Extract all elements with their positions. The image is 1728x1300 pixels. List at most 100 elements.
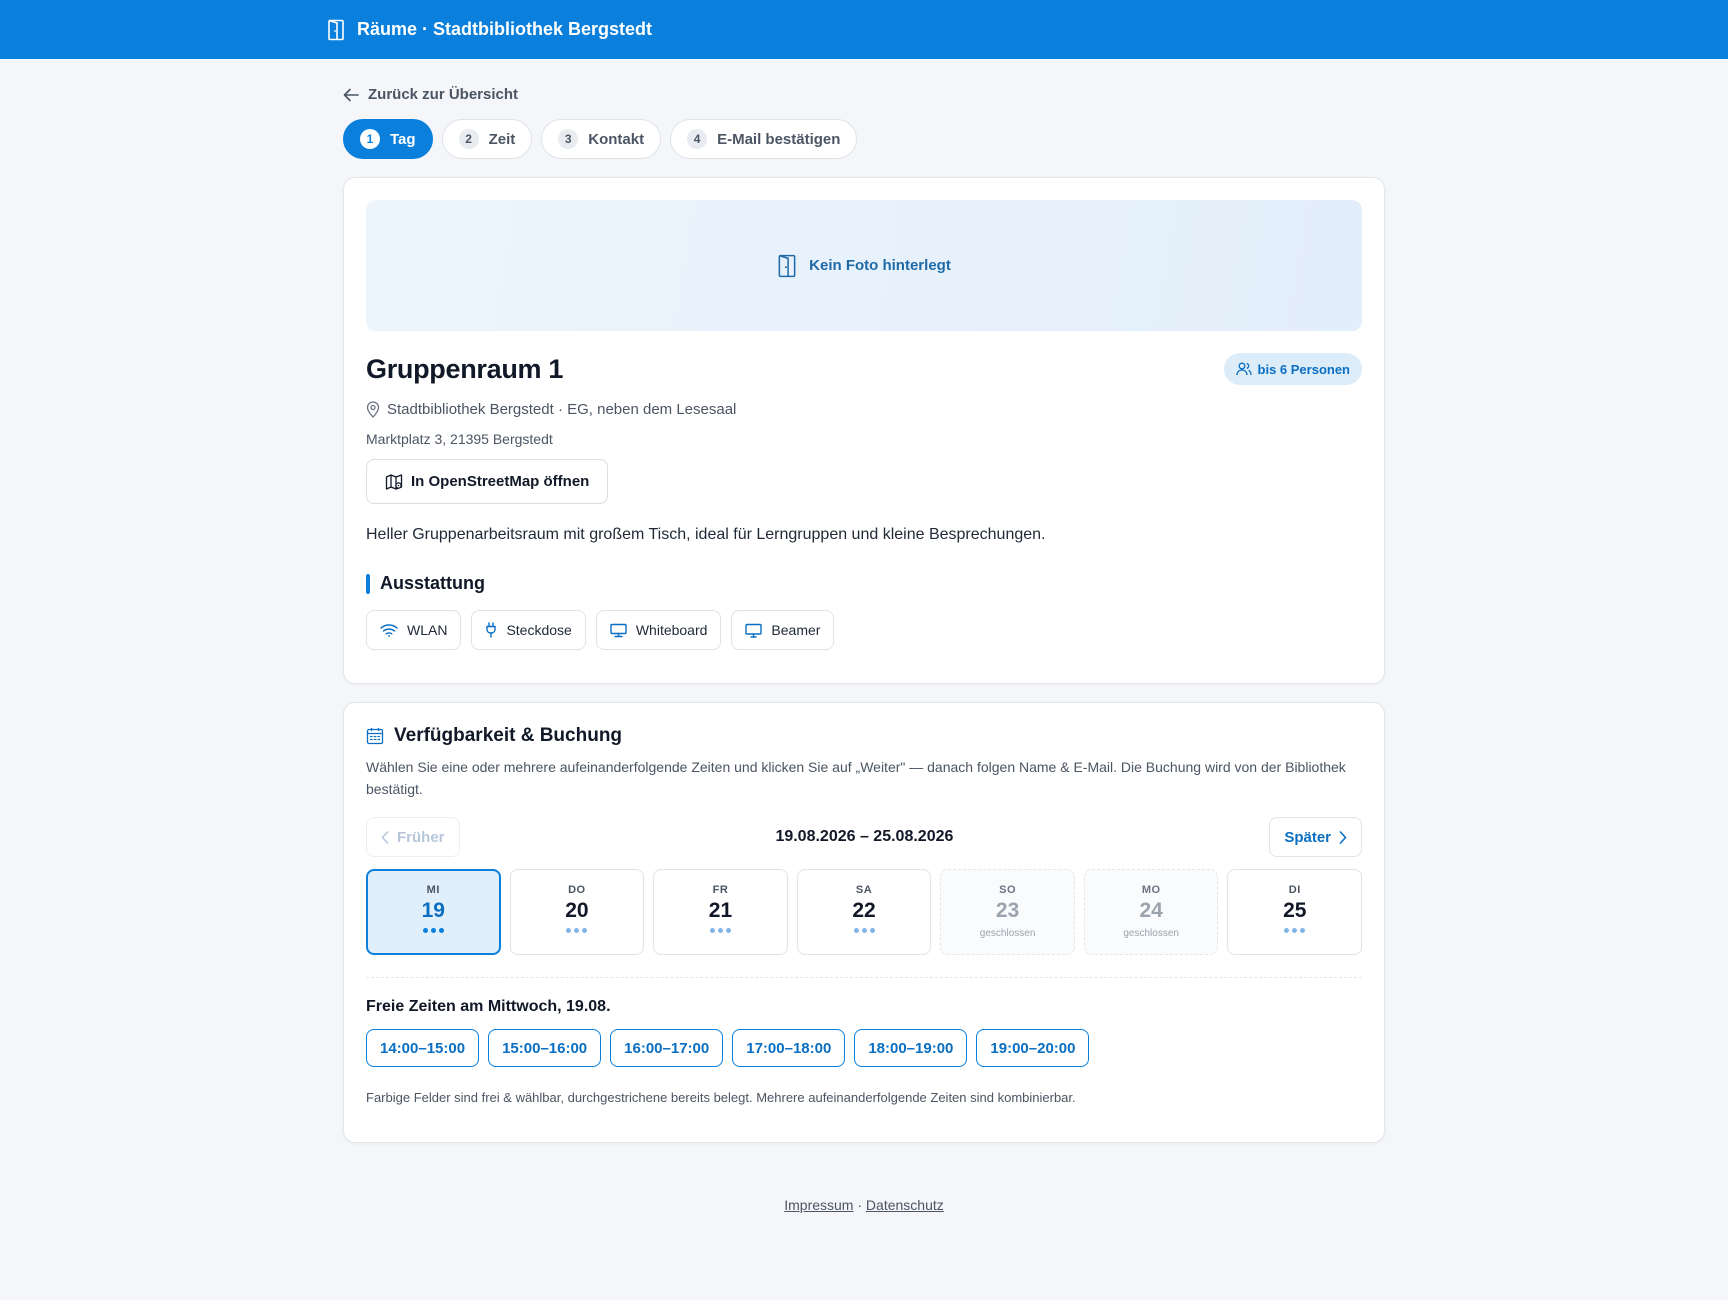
room-address: Marktplatz 3, 21395 Bergstedt xyxy=(366,431,553,447)
step-label: Tag xyxy=(390,130,416,148)
whiteboard-icon xyxy=(610,623,627,637)
time-slot-button[interactable]: 14:00–15:00 xyxy=(366,1029,480,1067)
app-title: Räume · Stadtbibliothek Bergstedt xyxy=(357,19,653,39)
day-picker: MI 19 DO 20 FR 21 SA 22 SO 23 geschlosse… xyxy=(366,869,1363,955)
door-icon xyxy=(778,254,796,277)
time-slot-button[interactable]: 16:00–17:00 xyxy=(610,1029,724,1067)
room-description: Heller Gruppenarbeitsraum mit großem Tis… xyxy=(366,526,1046,543)
room-title: Gruppenraum 1 xyxy=(366,353,564,384)
step-tag[interactable]: 1 Tag xyxy=(343,119,433,159)
room-header: Gruppenraum 1 bis 6 Personen xyxy=(366,353,1362,385)
chevron-left-icon xyxy=(381,830,389,844)
datenschutz-link[interactable]: Datenschutz xyxy=(866,1197,944,1213)
step-email-bestaetigen[interactable]: 4 E-Mail bestätigen xyxy=(670,119,858,159)
features-heading: Ausstattung xyxy=(366,573,1362,594)
room-location: Stadtbibliothek Bergstedt · EG, neben de… xyxy=(366,401,1362,418)
day-sa-22[interactable]: SA 22 xyxy=(796,869,932,955)
day-date: 25 xyxy=(1283,899,1307,922)
feature-steckdose: Steckdose xyxy=(471,610,586,650)
booking-heading-label: Verfügbarkeit & Buchung xyxy=(394,725,623,746)
next-week-button[interactable]: Später xyxy=(1269,817,1362,857)
day-weekday: FR xyxy=(712,884,729,896)
heading-accent-bar xyxy=(366,573,370,594)
time-slot-button[interactable]: 15:00–16:00 xyxy=(488,1029,602,1067)
step-label: Kontakt xyxy=(588,130,645,148)
day-fr-21[interactable]: FR 21 xyxy=(653,869,788,955)
availability-dots xyxy=(1284,928,1306,933)
room-card: Kein Foto hinterlegt Gruppenraum 1 bis 6… xyxy=(343,177,1385,684)
feature-label: Beamer xyxy=(771,622,821,638)
arrow-left-icon xyxy=(343,88,359,101)
day-weekday: DO xyxy=(568,884,586,896)
day-date: 23 xyxy=(995,899,1020,922)
footer: Impressum · Datenschutz xyxy=(343,1197,1385,1213)
photo-placeholder-label: Kein Foto hinterlegt xyxy=(809,257,951,274)
day-weekday: DI xyxy=(1288,884,1301,896)
step-kontakt[interactable]: 3 Kontakt xyxy=(541,119,662,159)
openstreetmap-button[interactable]: In OpenStreetMap öffnen xyxy=(366,459,609,504)
back-link[interactable]: Zurück zur Übersicht xyxy=(343,86,1385,103)
week-navigation: Früher 19.08.2026 – 25.08.2026 Später xyxy=(366,817,1362,857)
time-slot-button[interactable]: 19:00–20:00 xyxy=(976,1029,1090,1067)
day-date: 22 xyxy=(852,899,876,922)
feature-label: WLAN xyxy=(407,622,448,638)
day-date: 20 xyxy=(565,899,589,922)
step-label: Zeit xyxy=(488,130,516,148)
availability-dots xyxy=(422,928,444,933)
impressum-link[interactable]: Impressum xyxy=(784,1197,853,1213)
plug-icon xyxy=(486,622,497,638)
feature-wlan: WLAN xyxy=(366,610,462,650)
booking-card: Verfügbarkeit & Buchung Wählen Sie eine … xyxy=(343,702,1385,1143)
main-content: Zurück zur Übersicht 1 Tag 2 Zeit 3 Kont… xyxy=(343,86,1385,1213)
door-icon xyxy=(328,19,344,40)
map-pin-icon xyxy=(366,401,380,418)
monitor-icon xyxy=(745,623,763,638)
step-zeit[interactable]: 2 Zeit xyxy=(441,119,533,159)
footer-separator: · xyxy=(857,1197,863,1213)
openstreetmap-button-label: In OpenStreetMap öffnen xyxy=(411,473,590,490)
feature-list: WLAN Steckdose Whiteboard Beamer xyxy=(366,610,1362,650)
chevron-right-icon xyxy=(1339,830,1347,844)
booking-steps: 1 Tag 2 Zeit 3 Kontakt 4 E-Mail bestätig… xyxy=(343,119,1385,159)
top-bar: Räume · Stadtbibliothek Bergstedt xyxy=(0,0,1728,59)
photo-placeholder: Kein Foto hinterlegt xyxy=(366,200,1362,331)
time-slot-button[interactable]: 18:00–19:00 xyxy=(854,1029,968,1067)
step-number: 2 xyxy=(458,129,479,149)
day-weekday: SO xyxy=(999,884,1017,896)
day-weekday: SA xyxy=(855,884,873,896)
day-mi-19[interactable]: MI 19 xyxy=(366,869,501,955)
step-number: 4 xyxy=(687,129,708,149)
features-heading-label: Ausstattung xyxy=(380,573,485,593)
day-di-25[interactable]: DI 25 xyxy=(1227,869,1363,955)
availability-dots xyxy=(709,928,731,933)
feature-label: Whiteboard xyxy=(635,622,708,638)
time-slot-button[interactable]: 17:00–18:00 xyxy=(732,1029,846,1067)
capacity-label: bis 6 Personen xyxy=(1257,361,1350,377)
availability-dots xyxy=(566,928,588,933)
day-weekday: MO xyxy=(1141,884,1161,896)
time-slot-list: 14:00–15:00 15:00–16:00 16:00–17:00 17:0… xyxy=(366,1029,1362,1067)
divider xyxy=(366,977,1362,978)
next-week-label: Später xyxy=(1284,828,1331,846)
availability-dots xyxy=(853,928,875,933)
day-closed-label: geschlossen xyxy=(979,928,1036,939)
day-mo-24: MO 24 geschlossen xyxy=(1083,869,1219,955)
users-icon xyxy=(1235,362,1252,376)
day-date: 24 xyxy=(1139,899,1163,922)
slot-hint: Farbige Felder sind frei & wählbar, durc… xyxy=(366,1090,1076,1105)
wifi-icon xyxy=(380,624,398,637)
day-date: 21 xyxy=(708,899,733,922)
back-link-label: Zurück zur Übersicht xyxy=(368,86,519,103)
step-number: 1 xyxy=(360,129,380,149)
free-slots-heading: Freie Zeiten am Mittwoch, 19.08. xyxy=(366,998,611,1015)
day-do-20[interactable]: DO 20 xyxy=(509,869,645,955)
previous-week-label: Früher xyxy=(397,828,445,846)
day-date: 19 xyxy=(421,899,445,922)
booking-description: Wählen Sie eine oder mehrere aufeinander… xyxy=(366,759,1346,797)
location-label: Stadtbibliothek Bergstedt · EG, neben de… xyxy=(387,401,737,418)
previous-week-button[interactable]: Früher xyxy=(366,817,460,857)
calendar-icon xyxy=(366,728,384,745)
step-label: E-Mail bestätigen xyxy=(717,130,841,148)
feature-beamer: Beamer xyxy=(731,610,835,650)
booking-heading: Verfügbarkeit & Buchung xyxy=(366,725,1362,747)
